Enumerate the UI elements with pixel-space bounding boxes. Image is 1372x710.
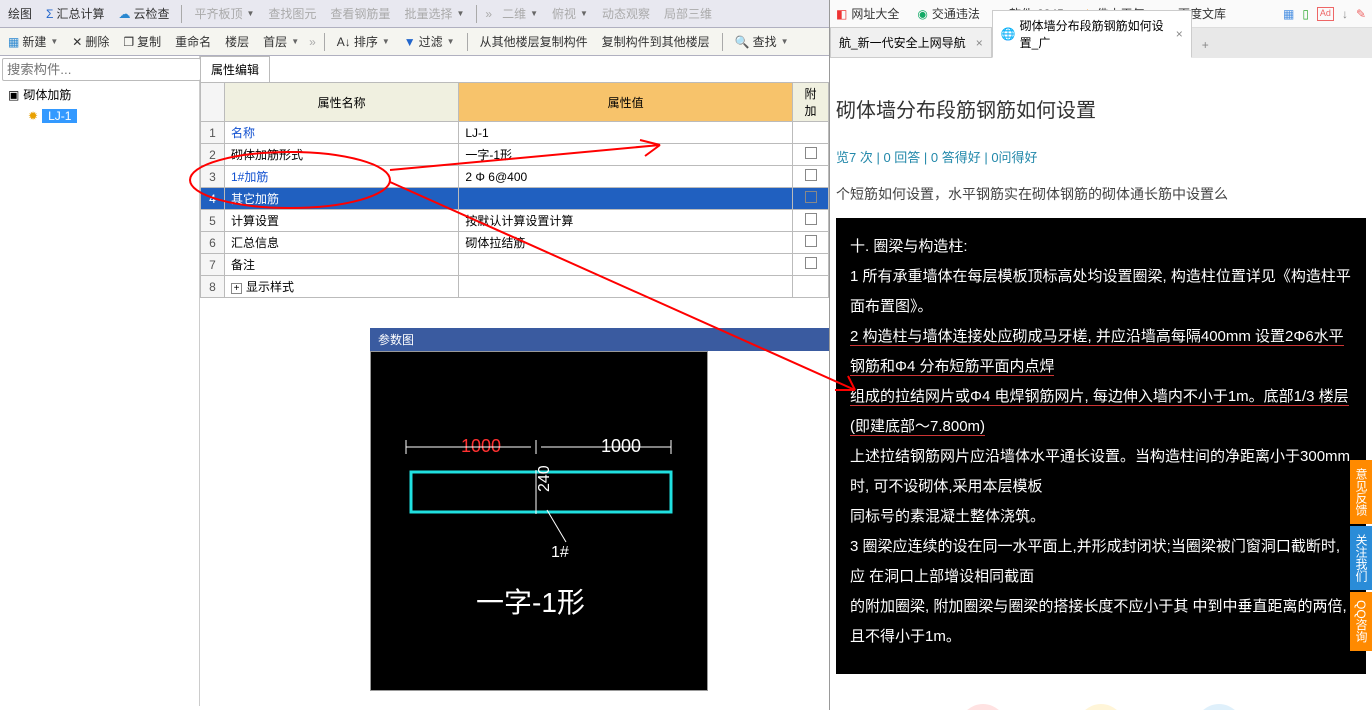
close-icon[interactable]: × [1176, 27, 1183, 41]
flat-btn[interactable]: 平齐板顶▼ [190, 3, 258, 24]
col-name: 属性名称 [225, 83, 459, 122]
excerpt-block: 十. 圈梁与构造柱: 1 所有承重墙体在每层模板顶标高处均设置圈梁, 构造柱位置… [836, 218, 1366, 674]
tree-panel: ▣砌体加筋 ✹LJ-1 [0, 56, 200, 706]
diagram-caption: 一字-1形 [476, 587, 585, 618]
ext-icon[interactable]: ▯ [1302, 7, 1309, 21]
ext-icon[interactable]: ✎ [1356, 7, 1366, 21]
copyto-btn[interactable]: 复制构件到其他楼层 [598, 31, 714, 52]
local3d-btn[interactable]: 局部三维 [660, 3, 716, 24]
table-row[interactable]: 6汇总信息砌体拉结筋 [201, 232, 829, 254]
new-tab-button[interactable]: + [1192, 32, 1219, 58]
bird-btn[interactable]: 俯视▼ [548, 3, 592, 24]
page-question: 个短筋如何设置，水平钢筋实在砌体钢筋的砌体通长筋中设置么 [836, 184, 1366, 204]
draw-btn[interactable]: 绘图 [4, 3, 36, 24]
ext-icon[interactable]: ▦ [1283, 7, 1294, 21]
prop-tab[interactable]: 属性编辑 [200, 56, 270, 82]
side-tab-qq[interactable]: QQ咨询 [1350, 592, 1372, 651]
find-btn[interactable]: 查找图元 [264, 3, 320, 24]
separator [476, 5, 477, 23]
tree-root[interactable]: ▣砌体加筋 [0, 83, 199, 106]
table-row[interactable]: 5计算设置按默认计算设置计算 [201, 210, 829, 232]
param-title: 参数图 [370, 328, 829, 351]
bm-sites[interactable]: ◧网址大全 [836, 5, 899, 22]
browser-tab-1[interactable]: 航_新一代安全上网导航× [830, 27, 992, 58]
param-diagram: 1000 1000 240 1# 一字-1形 [370, 351, 708, 691]
property-table: 属性名称 属性值 附加 1名称LJ-12砌体加筋形式一字-1形31#加筋2 Φ … [200, 82, 829, 298]
table-row[interactable]: 1名称LJ-1 [201, 122, 829, 144]
tab-bar: 航_新一代安全上网导航× 🌐砌体墙分布段筋钢筋如何设置_广× + [830, 28, 1372, 58]
filter-btn[interactable]: ▼ 过滤▼ [400, 31, 459, 52]
col-extra: 附加 [793, 83, 829, 122]
dim-1000-left: 1000 [461, 436, 501, 456]
table-row[interactable]: 31#加筋2 Φ 6@400 [201, 166, 829, 188]
stat-like[interactable]: 👍0问得好 [959, 704, 1007, 710]
separator [467, 33, 468, 51]
dim-240: 240 [536, 465, 553, 492]
separator [722, 33, 723, 51]
search-btn[interactable]: 🔍 查找▼ [731, 31, 793, 52]
copyfrom-btn[interactable]: 从其他楼层复制构件 [476, 31, 592, 52]
batch-btn[interactable]: 批量选择▼ [400, 3, 468, 24]
del-btn[interactable]: ✕ 删除 [68, 31, 113, 52]
dim-1000-right: 1000 [601, 436, 641, 456]
copy-btn[interactable]: ❐ 复制 [119, 31, 165, 52]
rename-btn[interactable]: 重命名 [171, 31, 215, 52]
browser-tab-2[interactable]: 🌐砌体墙分布段筋钢筋如何设置_广× [992, 10, 1192, 58]
table-row[interactable]: 4其它加筋 [201, 188, 829, 210]
rebar-btn[interactable]: 查看钢筋量 [326, 3, 394, 24]
new-btn[interactable]: ▦ 新建▼ [4, 31, 62, 52]
table-row[interactable]: 2砌体加筋形式一字-1形 [201, 144, 829, 166]
table-row[interactable]: 8+显示样式 [201, 276, 829, 298]
search-input[interactable] [2, 58, 201, 81]
tree-child[interactable]: ✹LJ-1 [20, 106, 199, 126]
col-value: 属性值 [459, 83, 793, 122]
stat-fav[interactable]: ☆0我收藏 [1077, 704, 1125, 710]
layer-btn[interactable]: 楼层 [221, 31, 253, 52]
sort-btn[interactable]: A↓ 排序▼ [333, 31, 394, 52]
side-tab-feedback[interactable]: 意见反馈 [1350, 460, 1372, 524]
stat-share[interactable]: ↗0我公亨 [1195, 704, 1243, 710]
separator [324, 33, 325, 51]
label-1hash: 1# [551, 544, 569, 561]
side-tab-follow[interactable]: 关注我们 [1350, 526, 1372, 590]
cloud-btn[interactable]: ☁ 云检查 [114, 3, 173, 24]
page-title: 砌体墙分布段筋钢筋如何设置 [836, 94, 1366, 123]
ext-icon[interactable]: Ad [1317, 7, 1334, 21]
close-icon[interactable]: × [976, 36, 983, 50]
2d-btn[interactable]: 二维▼ [498, 3, 542, 24]
page-meta: 览7 次 | 0 回答 | 0 答得好 | 0问得好 [836, 147, 1366, 166]
dyn-btn[interactable]: 动态观察 [598, 3, 654, 24]
separator [181, 5, 182, 23]
first-btn[interactable]: 首层▼ [259, 31, 303, 52]
sum-btn[interactable]: Σ 汇总计算 [42, 3, 108, 24]
bm-traffic[interactable]: ◉交通违法 [917, 5, 980, 22]
table-row[interactable]: 7备注 [201, 254, 829, 276]
draw-text: 绘图 [8, 5, 32, 22]
stats-row: 👍0问得好 ☆0我收藏 ↗0我公亨 [836, 704, 1366, 710]
ext-icon[interactable]: ↓ [1342, 7, 1348, 21]
